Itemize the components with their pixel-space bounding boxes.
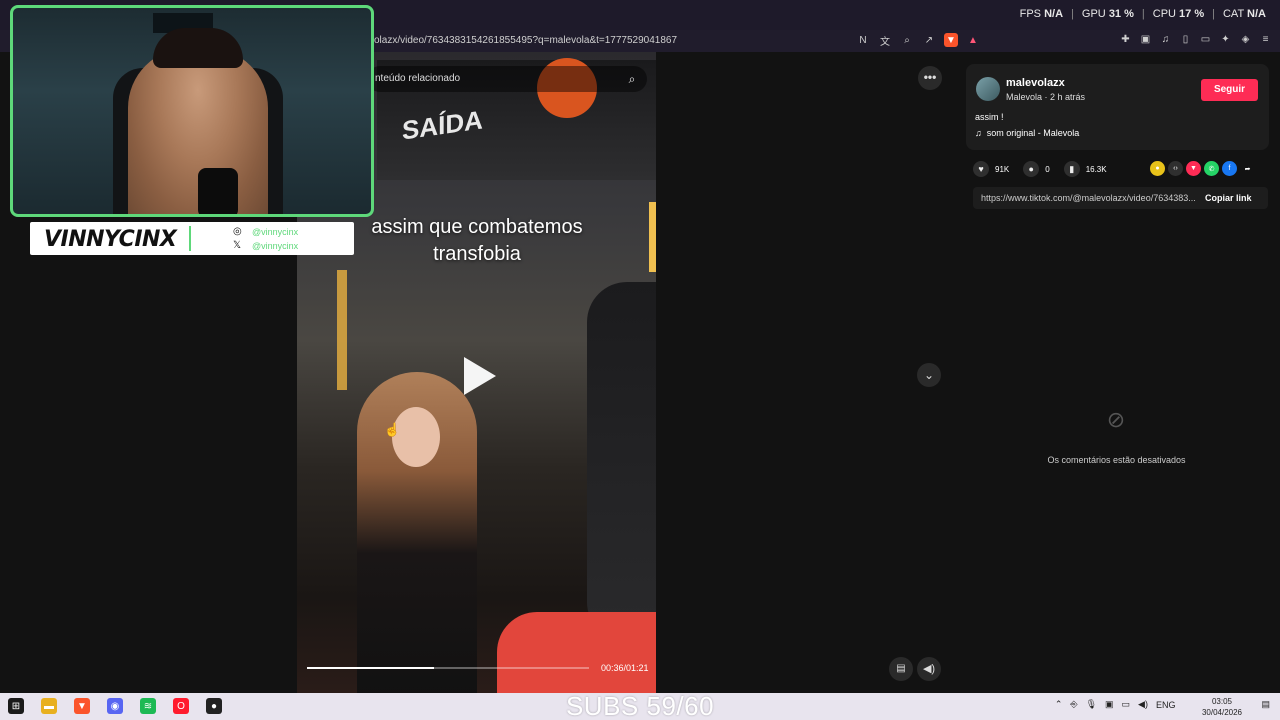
hand-cursor-icon: ☝ — [384, 422, 401, 437]
author-username[interactable]: malevolazx — [1006, 77, 1065, 89]
heart-icon: ♥ — [973, 161, 989, 177]
wallet-icon[interactable]: ▭ — [1199, 33, 1212, 46]
brave-shields-icon[interactable]: ▼ — [944, 33, 958, 47]
share-icon[interactable]: ↗ — [922, 33, 936, 47]
author-card: malevolazx Malevola · 2 h atrás Seguir a… — [966, 64, 1269, 150]
next-video-button[interactable]: ⌄ — [917, 363, 941, 387]
performance-stats: FPS N/A | GPU 31 % | CPU 17 % | CAT N/A — [1020, 8, 1266, 20]
whatsapp-icon[interactable]: ✆ — [1204, 161, 1219, 176]
music-note-icon: ♫ — [975, 128, 982, 138]
menu-icon[interactable]: ≡ — [1259, 33, 1272, 46]
video-description: assim ! — [975, 112, 1004, 122]
stat-separator: | — [1071, 8, 1074, 20]
comment-button[interactable]: ● 0 — [1023, 161, 1050, 177]
webcam-overlay — [10, 5, 374, 217]
sound-link[interactable]: ♫ som original - Malevola — [975, 128, 1079, 138]
volume-button[interactable]: ◀) — [917, 657, 941, 681]
facebook-icon[interactable]: f — [1222, 161, 1237, 176]
media-icon[interactable]: ♫ — [1159, 33, 1172, 46]
comment-count: 0 — [1045, 164, 1050, 174]
sidebar-icon[interactable]: ▯ — [1179, 33, 1192, 46]
subs-counter: SUBS 59/60 — [565, 691, 715, 720]
action-bar: ♥ 91K ● 0 ▮ 16.3K — [973, 161, 1121, 177]
stat-separator: | — [1212, 8, 1215, 20]
browser-toolbar: ✚ ▣ ♫ ▯ ▭ ✦ ◈ ≡ — [1119, 33, 1272, 46]
follow-button[interactable]: Seguir — [1201, 79, 1258, 101]
translate-icon[interactable]: 文 — [878, 33, 892, 48]
nameplate-divider — [189, 226, 191, 251]
more-options-button[interactable]: ••• — [918, 66, 942, 90]
leo-ai-icon[interactable]: ✦ — [1219, 33, 1232, 46]
captions-button[interactable]: ▤ — [889, 657, 913, 681]
video-time: 00:36/01:21 — [601, 663, 649, 673]
avatar[interactable] — [976, 77, 1000, 101]
video-info-panel: malevolazx Malevola · 2 h atrás Seguir a… — [963, 52, 1280, 693]
cat-stat: CAT N/A — [1222, 8, 1266, 20]
comment-icon: ● — [1023, 161, 1040, 177]
url-field[interactable]: olazx/video/7634383154261855495?q=malevo… — [374, 35, 677, 46]
webcam-headphones — [153, 28, 243, 68]
extensions-icon[interactable]: ✚ — [1119, 33, 1132, 46]
share-arrow-icon[interactable]: ➦ — [1240, 161, 1255, 176]
share-buttons: ● ‹› ▼ ✆ f ➦ — [1150, 161, 1255, 176]
related-search-placeholder: nteúdo relacionado — [375, 73, 461, 84]
vpn-icon[interactable]: ◈ — [1239, 33, 1252, 46]
x-handle: @vinnycinx — [252, 241, 299, 251]
save-count: 16.3K — [1085, 164, 1107, 174]
save-button[interactable]: ▮ 16.3K — [1063, 161, 1107, 177]
embed-icon[interactable]: ‹› — [1168, 161, 1183, 176]
coin-icon[interactable]: ● — [1150, 161, 1165, 176]
cpu-stat: CPU 17 % — [1152, 8, 1205, 20]
streamer-nameplate: VINNYCINX ◎ @vinnycinx 𝕏 @vinnycinx — [30, 222, 354, 255]
screenshot-icon[interactable]: ▣ — [1139, 33, 1152, 46]
bookmark-icon: ▮ — [1063, 161, 1080, 177]
webcam-microphone — [198, 168, 238, 214]
x-logo-icon: 𝕏 — [233, 240, 242, 251]
play-icon[interactable] — [464, 357, 496, 395]
no-translate-icon[interactable]: N — [856, 33, 870, 47]
comments-disabled-icon: ⊘ — [1106, 407, 1126, 432]
fps-stat: FPS N/A — [1019, 8, 1064, 20]
like-count: 91K — [995, 164, 1010, 174]
brave-rewards-icon[interactable]: ▲ — [966, 33, 980, 47]
video-progress-bar[interactable] — [307, 667, 589, 669]
video-scene-light — [337, 270, 347, 390]
video-scene-red-shirt — [497, 612, 656, 693]
instagram-handle: @vinnycinx — [252, 227, 299, 237]
copy-link-box: https://www.tiktok.com/@malevolazx/video… — [973, 187, 1268, 209]
zoom-icon[interactable]: ⌕ — [900, 33, 914, 47]
video-scene-face — [392, 407, 440, 467]
screen: FPS N/A | GPU 31 % | CPU 17 % | CAT N/A … — [0, 0, 1280, 720]
like-button[interactable]: ♥ 91K — [973, 161, 1009, 177]
gpu-stat: GPU 31 % — [1081, 8, 1134, 20]
copy-link-button[interactable]: Copiar link — [1205, 193, 1252, 203]
comments-disabled-text: Os comentários estão desativados — [1047, 455, 1186, 465]
video-scene-figure — [587, 282, 656, 642]
video-link[interactable]: https://www.tiktok.com/@malevolazx/video… — [981, 193, 1196, 203]
search-icon[interactable]: ⌕ — [624, 71, 640, 87]
instagram-icon: ◎ — [233, 226, 242, 237]
stat-separator: | — [1141, 8, 1145, 20]
streamer-name: VINNYCINX — [44, 227, 177, 252]
address-actions: N 文 ⌕ ↗ ▼ ▲ — [856, 33, 980, 48]
author-subline: Malevola · 2 h atrás — [1006, 92, 1086, 102]
repost-icon[interactable]: ▼ — [1186, 161, 1201, 176]
video-progress-fill — [307, 667, 434, 669]
sound-label: som original - Malevola — [986, 128, 1080, 138]
